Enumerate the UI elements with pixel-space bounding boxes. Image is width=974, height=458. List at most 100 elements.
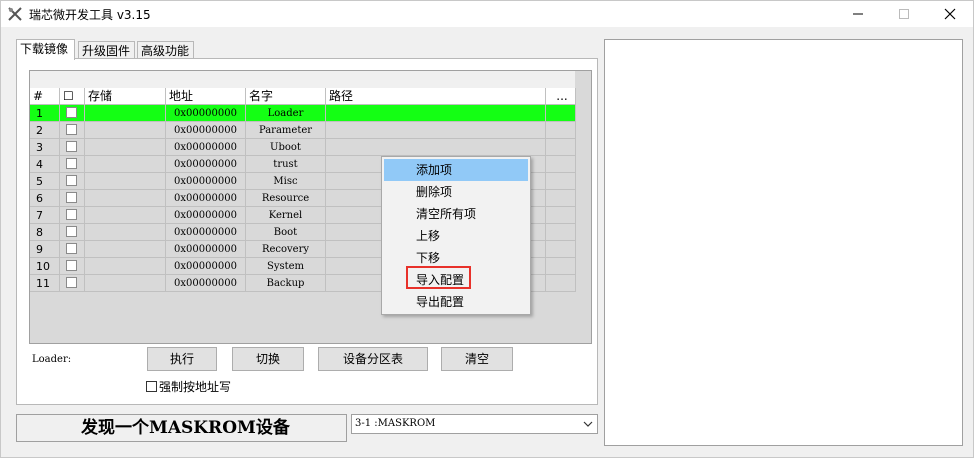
row-storage[interactable] [85,105,166,122]
row-storage[interactable] [85,241,166,258]
row-name[interactable]: Misc [246,173,326,190]
row-checkbox-icon[interactable] [66,107,77,118]
row-num[interactable]: 10 [30,258,60,275]
row-name[interactable]: Backup [246,275,326,292]
log-output-area[interactable] [604,39,963,446]
row-checkbox[interactable] [60,224,85,241]
row-name[interactable]: Resource [246,190,326,207]
row-checkbox[interactable] [60,139,85,156]
menu-item-add[interactable]: 添加项 [384,159,528,181]
minimize-button[interactable] [835,1,881,27]
row-name[interactable]: Boot [246,224,326,241]
menu-item-import-config[interactable]: 导入配置 [384,269,528,291]
run-button[interactable]: 执行 [147,347,217,371]
row-name[interactable]: Kernel [246,207,326,224]
header-more[interactable]: ... [546,88,576,105]
row-address[interactable]: 0x00000000 [166,224,246,241]
row-more[interactable] [546,207,576,224]
row-checkbox[interactable] [60,258,85,275]
row-checkbox-icon[interactable] [66,226,77,237]
row-checkbox-icon[interactable] [66,277,77,288]
menu-item-export-config[interactable]: 导出配置 [384,291,528,313]
menu-item-delete[interactable]: 删除项 [384,181,528,203]
row-name[interactable]: Uboot [246,139,326,156]
row-checkbox[interactable] [60,275,85,292]
row-address[interactable]: 0x00000000 [166,156,246,173]
clear-button[interactable]: 清空 [441,347,513,371]
row-address[interactable]: 0x00000000 [166,105,246,122]
row-path[interactable] [326,122,546,139]
row-storage[interactable] [85,156,166,173]
menu-item-move-down[interactable]: 下移 [384,247,528,269]
row-checkbox[interactable] [60,173,85,190]
row-address[interactable]: 0x00000000 [166,173,246,190]
row-more[interactable] [546,275,576,292]
row-checkbox-icon[interactable] [66,124,77,135]
row-checkbox[interactable] [60,207,85,224]
row-more[interactable] [546,173,576,190]
row-num[interactable]: 6 [30,190,60,207]
row-name[interactable]: Recovery [246,241,326,258]
row-address[interactable]: 0x00000000 [166,275,246,292]
row-checkbox-icon[interactable] [66,209,77,220]
row-storage[interactable] [85,190,166,207]
row-checkbox-icon[interactable] [66,141,77,152]
row-checkbox[interactable] [60,241,85,258]
row-num[interactable]: 11 [30,275,60,292]
tab-download-image[interactable]: 下载镜像 [16,39,75,60]
row-num[interactable]: 8 [30,224,60,241]
row-checkbox-icon[interactable] [66,192,77,203]
row-checkbox-icon[interactable] [66,175,77,186]
title-bar[interactable]: 瑞芯微开发工具 v3.15 [1,1,973,27]
row-num[interactable]: 7 [30,207,60,224]
table-row[interactable]: 2 0x00000000 Parameter [30,122,576,139]
row-more[interactable] [546,105,576,122]
maximize-button[interactable] [881,1,927,27]
row-address[interactable]: 0x00000000 [166,139,246,156]
row-more[interactable] [546,190,576,207]
row-storage[interactable] [85,224,166,241]
row-address[interactable]: 0x00000000 [166,207,246,224]
row-checkbox[interactable] [60,105,85,122]
table-row[interactable]: 3 0x00000000 Uboot [30,139,576,156]
row-num[interactable]: 2 [30,122,60,139]
row-storage[interactable] [85,139,166,156]
row-num[interactable]: 3 [30,139,60,156]
close-button[interactable] [927,1,973,27]
row-name[interactable]: Parameter [246,122,326,139]
row-name[interactable]: trust [246,156,326,173]
row-num[interactable]: 9 [30,241,60,258]
header-check[interactable]: ☐ [60,88,85,105]
row-more[interactable] [546,139,576,156]
tab-upgrade-firmware[interactable]: 升级固件 [78,41,135,59]
row-storage[interactable] [85,258,166,275]
menu-item-clear-all[interactable]: 清空所有项 [384,203,528,225]
row-storage[interactable] [85,173,166,190]
row-address[interactable]: 0x00000000 [166,241,246,258]
checkbox-icon[interactable] [146,381,157,392]
row-more[interactable] [546,224,576,241]
switch-button[interactable]: 切换 [232,347,304,371]
tab-advanced[interactable]: 高级功能 [137,41,194,59]
menu-item-move-up[interactable]: 上移 [384,225,528,247]
row-address[interactable]: 0x00000000 [166,258,246,275]
row-path[interactable] [326,139,546,156]
row-more[interactable] [546,258,576,275]
device-select[interactable]: 3-1 :MASKROM [351,414,598,434]
row-path[interactable] [326,105,546,122]
row-more[interactable] [546,156,576,173]
row-checkbox-icon[interactable] [66,260,77,271]
row-num[interactable]: 1 [30,105,60,122]
row-storage[interactable] [85,122,166,139]
row-checkbox[interactable] [60,190,85,207]
table-row[interactable]: 1 0x00000000 Loader [30,105,576,122]
row-more[interactable] [546,241,576,258]
row-checkbox-icon[interactable] [66,243,77,254]
row-storage[interactable] [85,207,166,224]
row-num[interactable]: 4 [30,156,60,173]
force-address-checkbox[interactable]: 强制按地址写 [146,378,231,395]
row-checkbox-icon[interactable] [66,158,77,169]
row-checkbox[interactable] [60,156,85,173]
row-address[interactable]: 0x00000000 [166,190,246,207]
row-checkbox[interactable] [60,122,85,139]
